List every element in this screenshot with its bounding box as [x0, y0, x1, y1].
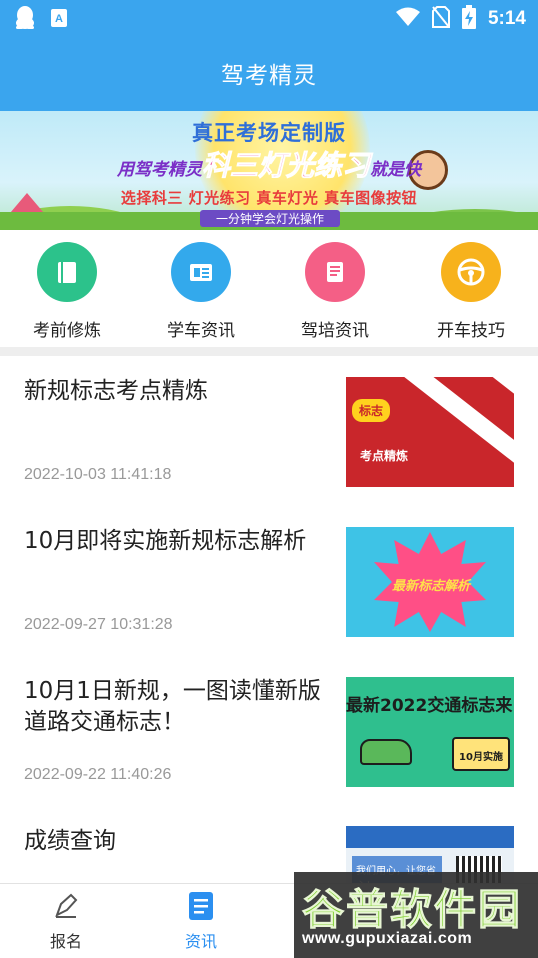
app-bar: 驾考精灵 [0, 36, 538, 111]
thumbnail-badge: 10月实施 [452, 737, 510, 771]
quick-item-label: 驾培资讯 [301, 321, 369, 341]
news-thumbnail: 最新2022交通标志来 10月实施 [346, 677, 514, 787]
news-date: 2022-09-27 10:31:28 [24, 616, 173, 633]
news-thumbnail: 最新标志解析 [346, 527, 514, 637]
thumbnail-tag: 标志 [352, 399, 391, 422]
tab-label: 资讯 [184, 932, 217, 951]
qq-penguin-icon [14, 6, 36, 34]
svg-text:A: A [55, 13, 63, 25]
book-icon [37, 242, 97, 302]
quick-item-driving-news[interactable]: 学车资讯 [146, 242, 256, 341]
watermark-url: www.gupuxiazai.com [302, 930, 473, 947]
quick-item-driving-tips[interactable]: 开车技巧 [416, 242, 526, 341]
news-thumbnail: 标志 考点精炼 [346, 377, 514, 487]
news-date: 2022-09-22 11:40:26 [24, 766, 172, 783]
status-time: 5:14 [487, 8, 526, 29]
banner-slogan: 用驾考精灵科三灯光练习就是快 [0, 144, 538, 184]
watermark-logo-text: 谷普软件园 [301, 885, 523, 935]
battery-charging-icon [461, 5, 476, 33]
section-divider [0, 347, 538, 356]
quick-item-label: 考前修炼 [33, 321, 101, 341]
tab-news[interactable]: 资讯 [156, 890, 246, 952]
status-bar: A 5:14 [0, 0, 538, 36]
steering-wheel-icon [441, 242, 501, 302]
banner-slogan-highlight: 科三灯光练习 [201, 149, 370, 183]
tab-label: 报名 [49, 932, 82, 951]
news-item[interactable]: 新规标志考点精炼 2022-10-03 11:41:18 标志 考点精炼 [0, 356, 538, 506]
thumbnail-text: 最新标志解析 [391, 579, 470, 594]
thumbnail-text: 最新2022交通标志来 [346, 696, 513, 716]
promo-banner[interactable]: 真正考场定制版 用驾考精灵科三灯光练习就是快 选择科三 灯光练习 真车灯光 真车… [0, 111, 538, 230]
quick-item-label: 学车资讯 [167, 321, 235, 341]
banner-slogan-prefix: 用驾考精灵 [116, 160, 202, 180]
news-document-icon [185, 890, 217, 922]
banner-headline: 真正考场定制版 [192, 121, 346, 145]
tab-signup[interactable]: 报名 [21, 890, 111, 952]
news-date: 2022-10-03 11:41:18 [24, 466, 172, 483]
news-item[interactable]: 10月即将实施新规标志解析 2022-09-27 10:31:28 最新标志解析 [0, 506, 538, 656]
news-title: 成绩查询 [24, 828, 116, 854]
quick-item-label: 开车技巧 [437, 321, 505, 341]
banner-instructions: 选择科三 灯光练习 真车灯光 真车图像按钮 [120, 189, 418, 207]
banner-slogan-suffix: 就是快 [370, 160, 421, 180]
no-sim-icon [431, 6, 450, 32]
news-item[interactable]: 10月1日新规，一图读懂新版道路交通标志！ 2022-09-22 11:40:2… [0, 656, 538, 806]
thumbnail-text: 考点精炼 [360, 449, 409, 463]
site-watermark: 谷普软件园 www.gupuxiazai.com [294, 872, 538, 958]
banner-caption: 一分钟学会灯光操作 [200, 210, 340, 227]
quick-menu: 考前修炼 学车资讯 驾培资讯 开车技巧 [0, 230, 538, 347]
news-title: 10月1日新规，一图读懂新版道路交通标志！ [24, 678, 321, 735]
document-icon [305, 242, 365, 302]
news-title: 10月即将实施新规标志解析 [24, 528, 307, 554]
keyboard-a-icon: A [50, 8, 68, 32]
quick-item-training-news[interactable]: 驾培资讯 [280, 242, 390, 341]
news-title: 新规标志考点精炼 [24, 378, 208, 404]
quick-item-exam-practice[interactable]: 考前修炼 [12, 242, 122, 341]
wifi-icon [395, 7, 420, 31]
car-illustration [360, 739, 412, 765]
pen-icon [50, 890, 82, 922]
page-title: 驾考精灵 [221, 63, 317, 89]
newspaper-icon [171, 242, 231, 302]
